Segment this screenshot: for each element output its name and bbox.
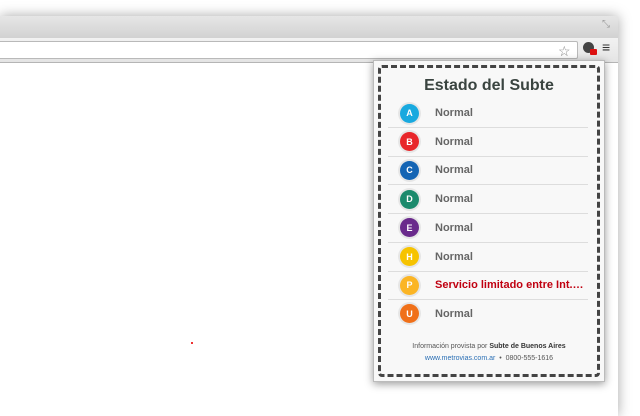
line-row-a: A Normal [388, 99, 588, 128]
line-row-c: C Normal [388, 156, 588, 186]
metrovias-link[interactable]: www.metrovias.com.ar [425, 355, 495, 362]
line-status: Normal [435, 250, 473, 263]
line-row-p: P Servicio limitado entre Int. Saguier y … [388, 271, 588, 301]
line-status: Normal [435, 221, 473, 234]
extension-badge [590, 49, 597, 55]
menu-icon[interactable]: ≡ [602, 39, 610, 55]
line-status: Normal [435, 135, 473, 148]
line-h-icon: H [400, 247, 419, 266]
address-bar[interactable]: ☆ [0, 41, 578, 59]
line-row-u: U Normal [388, 300, 588, 328]
title-bar: ⤡ [0, 16, 618, 38]
line-a-icon: A [400, 103, 419, 123]
footer-contact: www.metrovias.com.ar • 0800-555-1616 [374, 355, 604, 362]
restore-icon[interactable]: ⤡ [602, 19, 610, 30]
line-b-icon: B [400, 132, 419, 152]
credit-source: Subte de Buenos Aires [489, 343, 566, 350]
line-row-b: B Normal [388, 128, 588, 157]
line-c-icon: C [400, 160, 419, 180]
credit-prefix: Información provista por [412, 343, 488, 350]
line-status: Normal [435, 164, 473, 177]
line-status: Normal [435, 307, 473, 320]
popup-title: Estado del Subte [424, 77, 554, 94]
line-row-e: E Normal [388, 214, 588, 243]
line-e-icon: E [400, 218, 419, 238]
line-d-icon: D [400, 189, 419, 209]
cursor-dot [191, 342, 193, 344]
line-status: Normal [435, 193, 473, 206]
line-u-icon: U [400, 304, 419, 324]
line-status: Servicio limitado entre Int. Saguier y .… [435, 279, 585, 292]
extension-popup: Estado del Subte A Normal B Normal C Normal D N… [373, 60, 605, 382]
footer-credit: Información provista por Subte de Buenos… [374, 343, 604, 350]
bookmark-star-icon[interactable]: ☆ [558, 43, 571, 60]
line-status: Normal [435, 107, 473, 119]
line-p-icon: P [400, 275, 419, 295]
separator: • [499, 355, 502, 362]
phone-number: 0800-555-1616 [505, 355, 554, 362]
line-row-h: H Normal [388, 243, 588, 272]
line-row-d: D Normal [388, 185, 588, 215]
